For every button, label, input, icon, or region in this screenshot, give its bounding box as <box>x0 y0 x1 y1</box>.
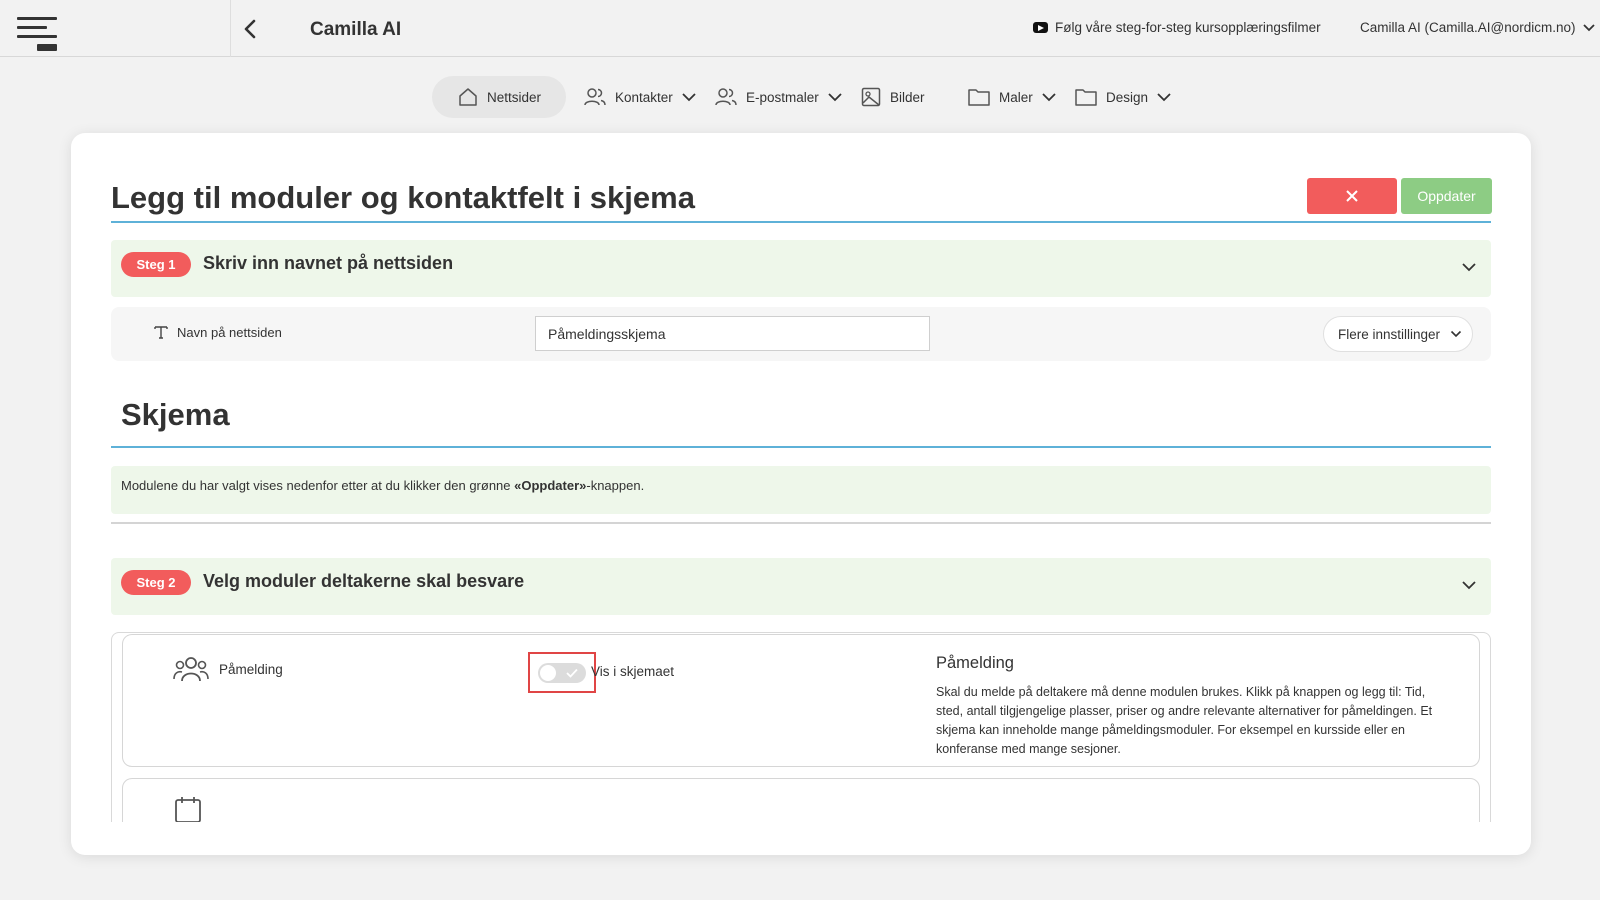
folder-icon <box>1075 89 1097 106</box>
step-badge: Steg 2 <box>121 570 191 595</box>
chevron-down-icon <box>682 93 696 102</box>
info-text-suffix: -knappen. <box>586 478 645 493</box>
text-type-icon <box>154 326 168 339</box>
users-icon <box>584 88 606 106</box>
back-arrow-icon[interactable] <box>241 18 261 40</box>
youtube-icon <box>1033 22 1048 33</box>
main-nav: Nettsider Kontakter E-postmaler Bilder M… <box>0 76 1600 118</box>
close-button[interactable] <box>1307 178 1397 214</box>
nav-label: Kontakter <box>615 89 673 105</box>
divider <box>230 0 231 57</box>
top-bar: Camilla AI Følg våre steg-for-steg kurso… <box>0 0 1600 57</box>
show-in-form-toggle[interactable] <box>538 663 586 683</box>
hamburger-menu-icon[interactable] <box>17 15 59 53</box>
nav-label: Design <box>1106 89 1149 105</box>
toggle-label: Vis i skjemaet <box>591 664 675 679</box>
nav-item-design[interactable]: Design <box>1074 76 1172 118</box>
divider <box>111 522 1491 524</box>
app-title: Camilla AI <box>310 19 402 40</box>
check-icon <box>566 668 578 678</box>
step-title: Skriv inn navnet på nettsiden <box>203 253 454 273</box>
website-name-input[interactable] <box>535 316 930 351</box>
section-divider <box>111 446 1491 448</box>
step-1-header[interactable]: Steg 1 Skriv inn navnet på nettsiden <box>111 240 1491 297</box>
chevron-down-icon <box>1582 23 1595 31</box>
calendar-icon <box>175 797 201 822</box>
nav-item-e-postmaler[interactable]: E-postmaler <box>714 76 843 118</box>
users-group-icon <box>173 657 209 682</box>
video-tutorials-link[interactable]: Følg våre steg-for-steg kursopplæringsfi… <box>1033 20 1321 35</box>
more-settings-label: Flere innstillinger <box>1338 326 1441 342</box>
folder-icon <box>968 89 990 106</box>
update-button[interactable]: Oppdater <box>1401 178 1492 214</box>
nav-label: Nettsider <box>487 89 542 105</box>
chevron-down-icon[interactable] <box>1461 580 1477 590</box>
module-name: Påmelding <box>219 662 283 677</box>
module-pamelding: Påmelding Vis i skjemaet Påmelding Skal … <box>122 634 1480 767</box>
info-message: Modulene du har valgt vises nedenfor ett… <box>111 466 1491 514</box>
video-tutorials-label: Følg våre steg-for-steg kursopplæringsfi… <box>1055 20 1321 35</box>
modules-list[interactable]: Påmelding Vis i skjemaet Påmelding Skal … <box>111 632 1491 822</box>
nav-label: Bilder <box>890 89 925 105</box>
info-text: Modulene du har valgt vises nedenfor ett… <box>121 478 515 493</box>
users-icon <box>715 88 737 106</box>
nav-item-kontakter[interactable]: Kontakter <box>583 76 697 118</box>
nav-item-nettsider[interactable]: Nettsider <box>432 76 567 118</box>
step-title: Velg moduler deltakerne skal besvare <box>203 571 525 591</box>
image-icon <box>861 87 881 107</box>
chevron-down-icon <box>1042 93 1056 102</box>
nav-item-maler[interactable]: Maler <box>967 76 1057 118</box>
title-divider <box>111 221 1491 223</box>
nav-item-bilder[interactable]: Bilder <box>860 76 925 118</box>
info-text-bold: «Oppdater» <box>514 478 587 493</box>
chevron-down-icon <box>1157 93 1171 102</box>
chevron-down-icon[interactable] <box>1461 262 1477 272</box>
home-icon <box>459 88 477 106</box>
main-card: Legg til moduler og kontaktfelt i skjema… <box>71 133 1531 855</box>
toggle-knob <box>540 665 556 681</box>
website-name-label: Navn på nettsiden <box>153 324 282 340</box>
module-description: Skal du melde på deltakere må denne modu… <box>936 685 1433 756</box>
section-title: Skjema <box>121 397 230 432</box>
chevron-down-icon <box>1450 330 1462 338</box>
module-description-title: Påmelding <box>936 654 1014 672</box>
nav-label: E-postmaler <box>746 89 819 105</box>
step-badge: Steg 1 <box>121 252 191 277</box>
user-menu[interactable]: Camilla AI (Camilla.AI@nordicm.no) <box>1360 20 1596 35</box>
page-title: Legg til moduler og kontaktfelt i skjema <box>111 180 695 215</box>
close-icon <box>1346 190 1358 202</box>
more-settings-dropdown[interactable]: Flere innstillinger <box>1323 316 1473 352</box>
module-next <box>122 778 1480 822</box>
field-label: Navn på nettsiden <box>177 324 282 340</box>
nav-label: Maler <box>999 89 1033 105</box>
website-name-row: Navn på nettsiden Flere innstillinger <box>111 307 1491 361</box>
user-name: Camilla AI (Camilla.AI@nordicm.no) <box>1360 20 1576 35</box>
chevron-down-icon <box>828 93 842 102</box>
step-2-header[interactable]: Steg 2 Velg moduler deltakerne skal besv… <box>111 558 1491 615</box>
